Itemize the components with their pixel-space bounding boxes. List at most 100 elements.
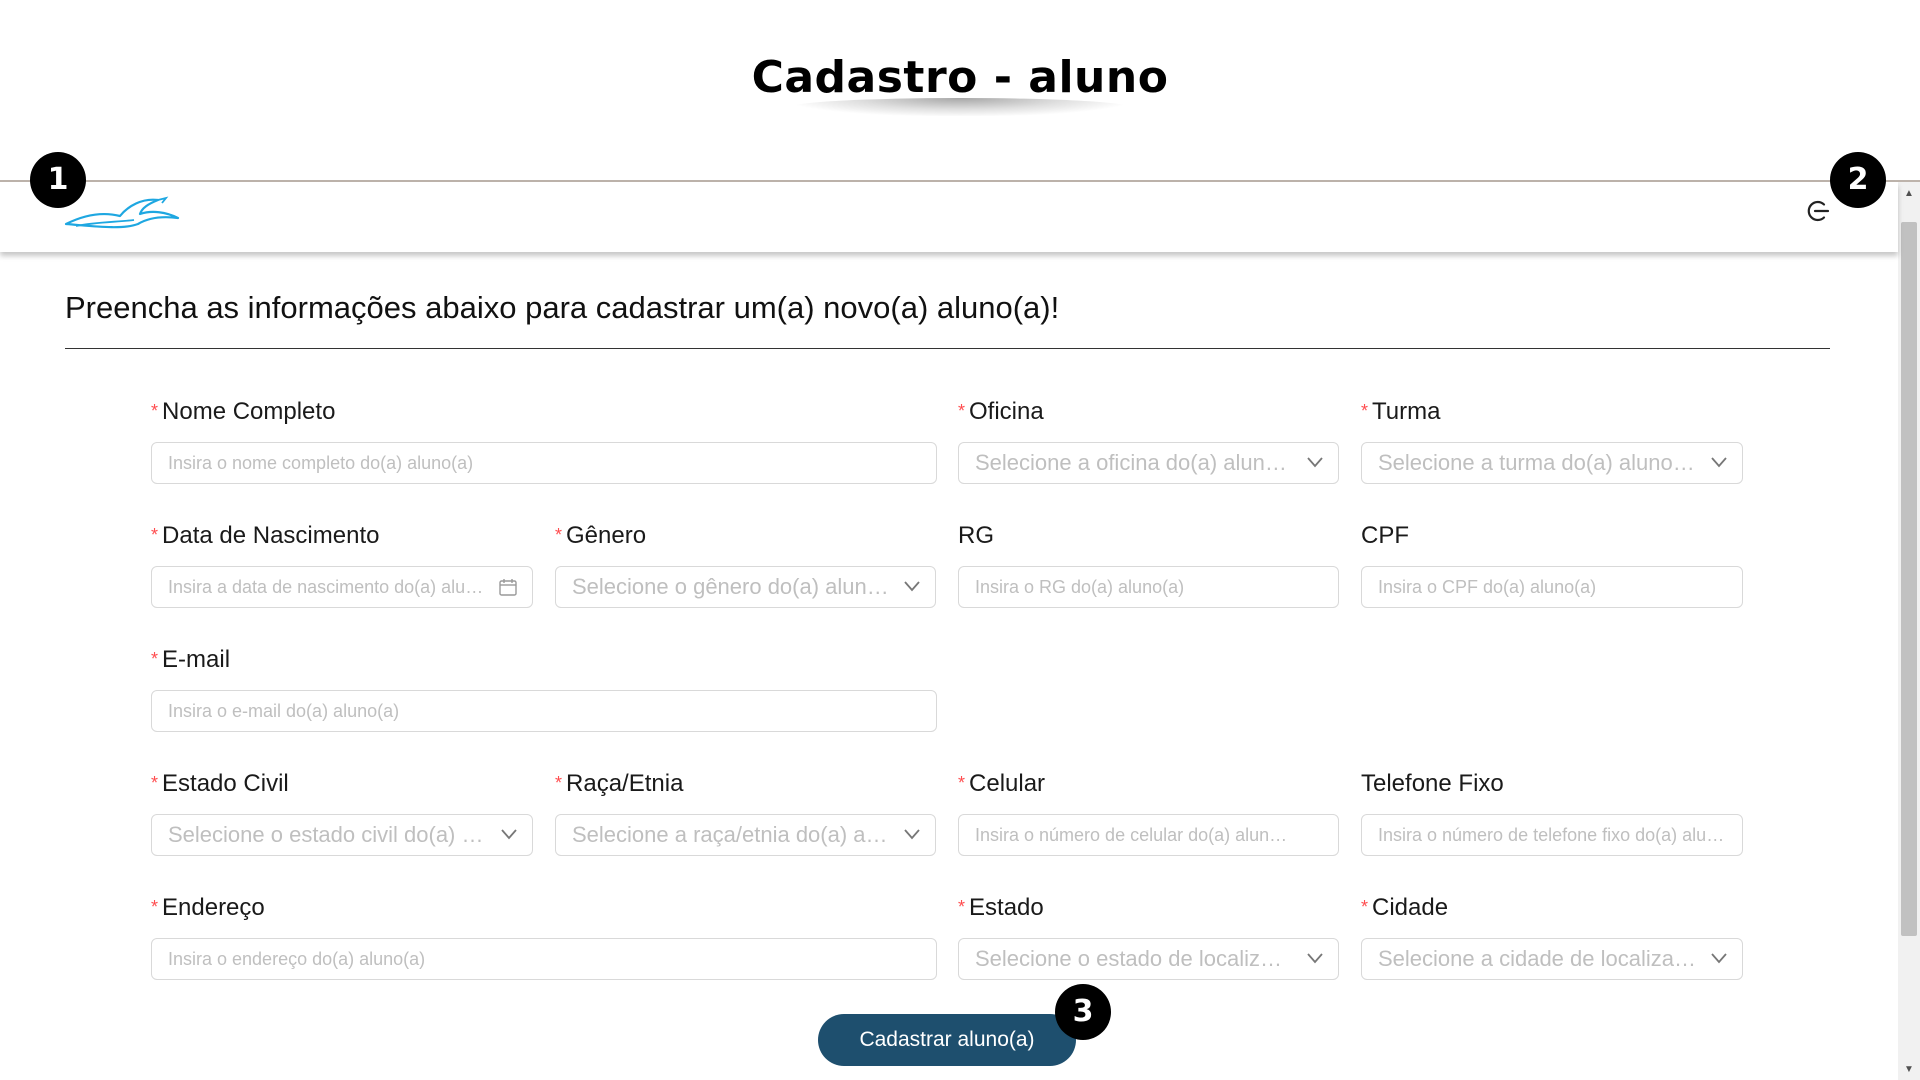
required-asterisk: *	[555, 525, 563, 545]
endereco-label: * Endereço	[151, 894, 265, 924]
nascimento-field: * Data de Nascimento Insira a data de nas…	[151, 522, 533, 612]
cpf-placeholder: Insira o CPF do(a) aluno(a)	[1378, 577, 1597, 597]
oficina-select[interactable]: Selecione a oficina do(a) aluno(a)	[958, 442, 1339, 484]
estado-civil-field: * Estado Civil Selecione o estado civil d…	[151, 770, 533, 860]
cadastrar-aluno-button[interactable]: Cadastrar aluno(a)	[818, 1014, 1076, 1066]
title-underline-shadow	[792, 98, 1128, 116]
endereco-field: * Endereço Insira o endereço do(a) aluno(…	[151, 894, 937, 984]
required-asterisk: *	[958, 773, 966, 793]
celular-placeholder: Insira o número de celular do(a) aluno(a…	[975, 825, 1294, 845]
heading-divider	[65, 348, 1830, 349]
bird-logo-icon[interactable]	[62, 192, 182, 232]
email-input[interactable]: Insira o e-mail do(a) aluno(a)	[151, 690, 937, 732]
estado-civil-select[interactable]: Selecione o estado civil do(a) aluno(a)	[151, 814, 533, 856]
celular-label-text: Celular	[969, 770, 1046, 797]
required-asterisk: *	[555, 773, 563, 793]
required-asterisk: *	[958, 401, 966, 421]
nascimento-label: * Data de Nascimento	[151, 522, 379, 552]
cidade-field: * Cidade Selecione a cidade de localizaçã…	[1361, 894, 1743, 984]
calendar-icon	[499, 579, 517, 596]
genero-placeholder: Selecione o gênero do(a) aluno(a)	[572, 574, 891, 599]
raca-select[interactable]: Selecione a raça/etnia do(a) aluno(a)	[555, 814, 936, 856]
required-asterisk: *	[958, 897, 966, 917]
estado-select[interactable]: Selecione o estado de localização do(a) …	[958, 938, 1339, 980]
nome-input[interactable]: Insira o nome completo do(a) aluno(a)	[151, 442, 937, 484]
celular-field: * Celular Insira o número de celular do(a…	[958, 770, 1339, 860]
scroll-up-arrow-icon[interactable]: ▲	[1898, 186, 1920, 202]
cidade-label: * Cidade	[1361, 894, 1448, 924]
required-asterisk: *	[151, 773, 159, 793]
nome-field: * Nome Completo Insira o nome completo do…	[151, 398, 937, 488]
cidade-select[interactable]: Selecione a cidade de localização do(a) …	[1361, 938, 1743, 980]
oficina-label-text: Oficina	[969, 398, 1044, 425]
genero-label: * Gênero	[555, 522, 646, 552]
estado-label: * Estado	[958, 894, 1044, 924]
telefone-field: Telefone Fixo Insira o número de telefon…	[1361, 770, 1743, 860]
required-asterisk: *	[151, 525, 159, 545]
turma-label-text: Turma	[1372, 398, 1441, 425]
required-asterisk: *	[1361, 897, 1369, 917]
nascimento-date-picker[interactable]: Insira a data de nascimento do(a) aluno(…	[151, 566, 533, 608]
oficina-label: * Oficina	[958, 398, 1044, 428]
estado-placeholder: Selecione o estado de localização do(a) …	[975, 946, 1294, 971]
nascimento-placeholder: Insira a data de nascimento do(a) aluno(…	[168, 577, 488, 597]
endereco-input[interactable]: Insira o endereço do(a) aluno(a)	[151, 938, 937, 980]
genero-select[interactable]: Selecione o gênero do(a) aluno(a)	[555, 566, 936, 608]
cpf-input[interactable]: Insira o CPF do(a) aluno(a)	[1361, 566, 1743, 608]
form-heading: Preencha as informações abaixo para cada…	[65, 290, 1060, 325]
rg-placeholder: Insira o RG do(a) aluno(a)	[975, 577, 1185, 597]
email-label: * E-mail	[151, 646, 230, 676]
turma-select[interactable]: Selecione a turma do(a) aluno(a)	[1361, 442, 1743, 484]
top-navbar	[0, 182, 1898, 252]
email-placeholder: Insira o e-mail do(a) aluno(a)	[168, 701, 400, 721]
required-asterisk: *	[151, 897, 159, 917]
email-field: * E-mail Insira o e-mail do(a) aluno(a)	[151, 646, 937, 736]
turma-placeholder: Selecione a turma do(a) aluno(a)	[1378, 450, 1698, 475]
turma-label: * Turma	[1361, 398, 1440, 428]
scrollbar-thumb[interactable]	[1901, 222, 1917, 936]
chevron-down-icon	[1711, 953, 1727, 964]
telefone-label: Telefone Fixo	[1361, 770, 1504, 797]
telefone-input[interactable]: Insira o número de telefone fixo do(a) a…	[1361, 814, 1743, 856]
estado-field: *Estado Selecione o estado de localizaçã…	[958, 894, 1339, 984]
chevron-down-icon	[1307, 953, 1323, 964]
chevron-down-icon	[501, 829, 517, 840]
rg-field: RG Insira o RG do(a) aluno(a)	[958, 522, 1339, 612]
app-window: ▲ ▼ Preencha as informações abaixo para …	[0, 180, 1920, 1080]
logout-icon[interactable]	[1806, 198, 1832, 224]
scroll-down-arrow-icon[interactable]: ▼	[1898, 1062, 1920, 1078]
email-label-text: E-mail	[162, 646, 231, 673]
vertical-scrollbar[interactable]: ▲ ▼	[1898, 182, 1920, 1080]
turma-field: * Turma Selecione a turma do(a) aluno(a)	[1361, 398, 1743, 488]
nome-label: * Nome Completo	[151, 398, 335, 428]
annotation-marker-2: 2	[1830, 152, 1886, 208]
title-area: Cadastro - aluno	[0, 0, 1920, 180]
nome-label-text: Nome Completo	[162, 398, 336, 425]
genero-field: * Gênero Selecione o gênero do(a) aluno(a…	[555, 522, 936, 612]
rg-label: RG	[958, 522, 994, 549]
page-title: Cadastro - aluno	[751, 52, 1169, 103]
rg-input[interactable]: Insira o RG do(a) aluno(a)	[958, 566, 1339, 608]
estado-civil-label: * Estado Civil	[151, 770, 289, 800]
cidade-placeholder: Selecione a cidade de localização do(a) …	[1378, 946, 1698, 971]
nome-placeholder: Insira o nome completo do(a) aluno(a)	[168, 453, 474, 473]
estado-civil-placeholder: Selecione o estado civil do(a) aluno(a)	[168, 822, 488, 847]
form-container: Preencha as informações abaixo para cada…	[0, 252, 1898, 1080]
celular-input[interactable]: Insira o número de celular do(a) aluno(a…	[958, 814, 1339, 856]
cpf-field: CPF Insira o CPF do(a) aluno(a)	[1361, 522, 1743, 612]
estado-label-text: Estado	[969, 894, 1044, 921]
cpf-label: CPF	[1361, 522, 1409, 549]
celular-label: * Celular	[958, 770, 1045, 800]
endereco-label-text: Endereço	[162, 894, 265, 921]
oficina-placeholder: Selecione a oficina do(a) aluno(a)	[975, 450, 1294, 475]
endereco-placeholder: Insira o endereço do(a) aluno(a)	[168, 949, 426, 969]
raca-field: * Raça/Etnia Selecione a raça/etnia do(a)…	[555, 770, 936, 860]
genero-label-text: Gênero	[566, 522, 647, 549]
estado-civil-label-text: Estado Civil	[162, 770, 289, 797]
chevron-down-icon	[904, 829, 920, 840]
nascimento-label-text: Data de Nascimento	[162, 522, 380, 549]
chevron-down-icon	[904, 581, 920, 592]
chevron-down-icon	[1307, 457, 1323, 468]
telefone-placeholder: Insira o número de telefone fixo do(a) a…	[1378, 825, 1726, 845]
required-asterisk: *	[151, 401, 159, 421]
